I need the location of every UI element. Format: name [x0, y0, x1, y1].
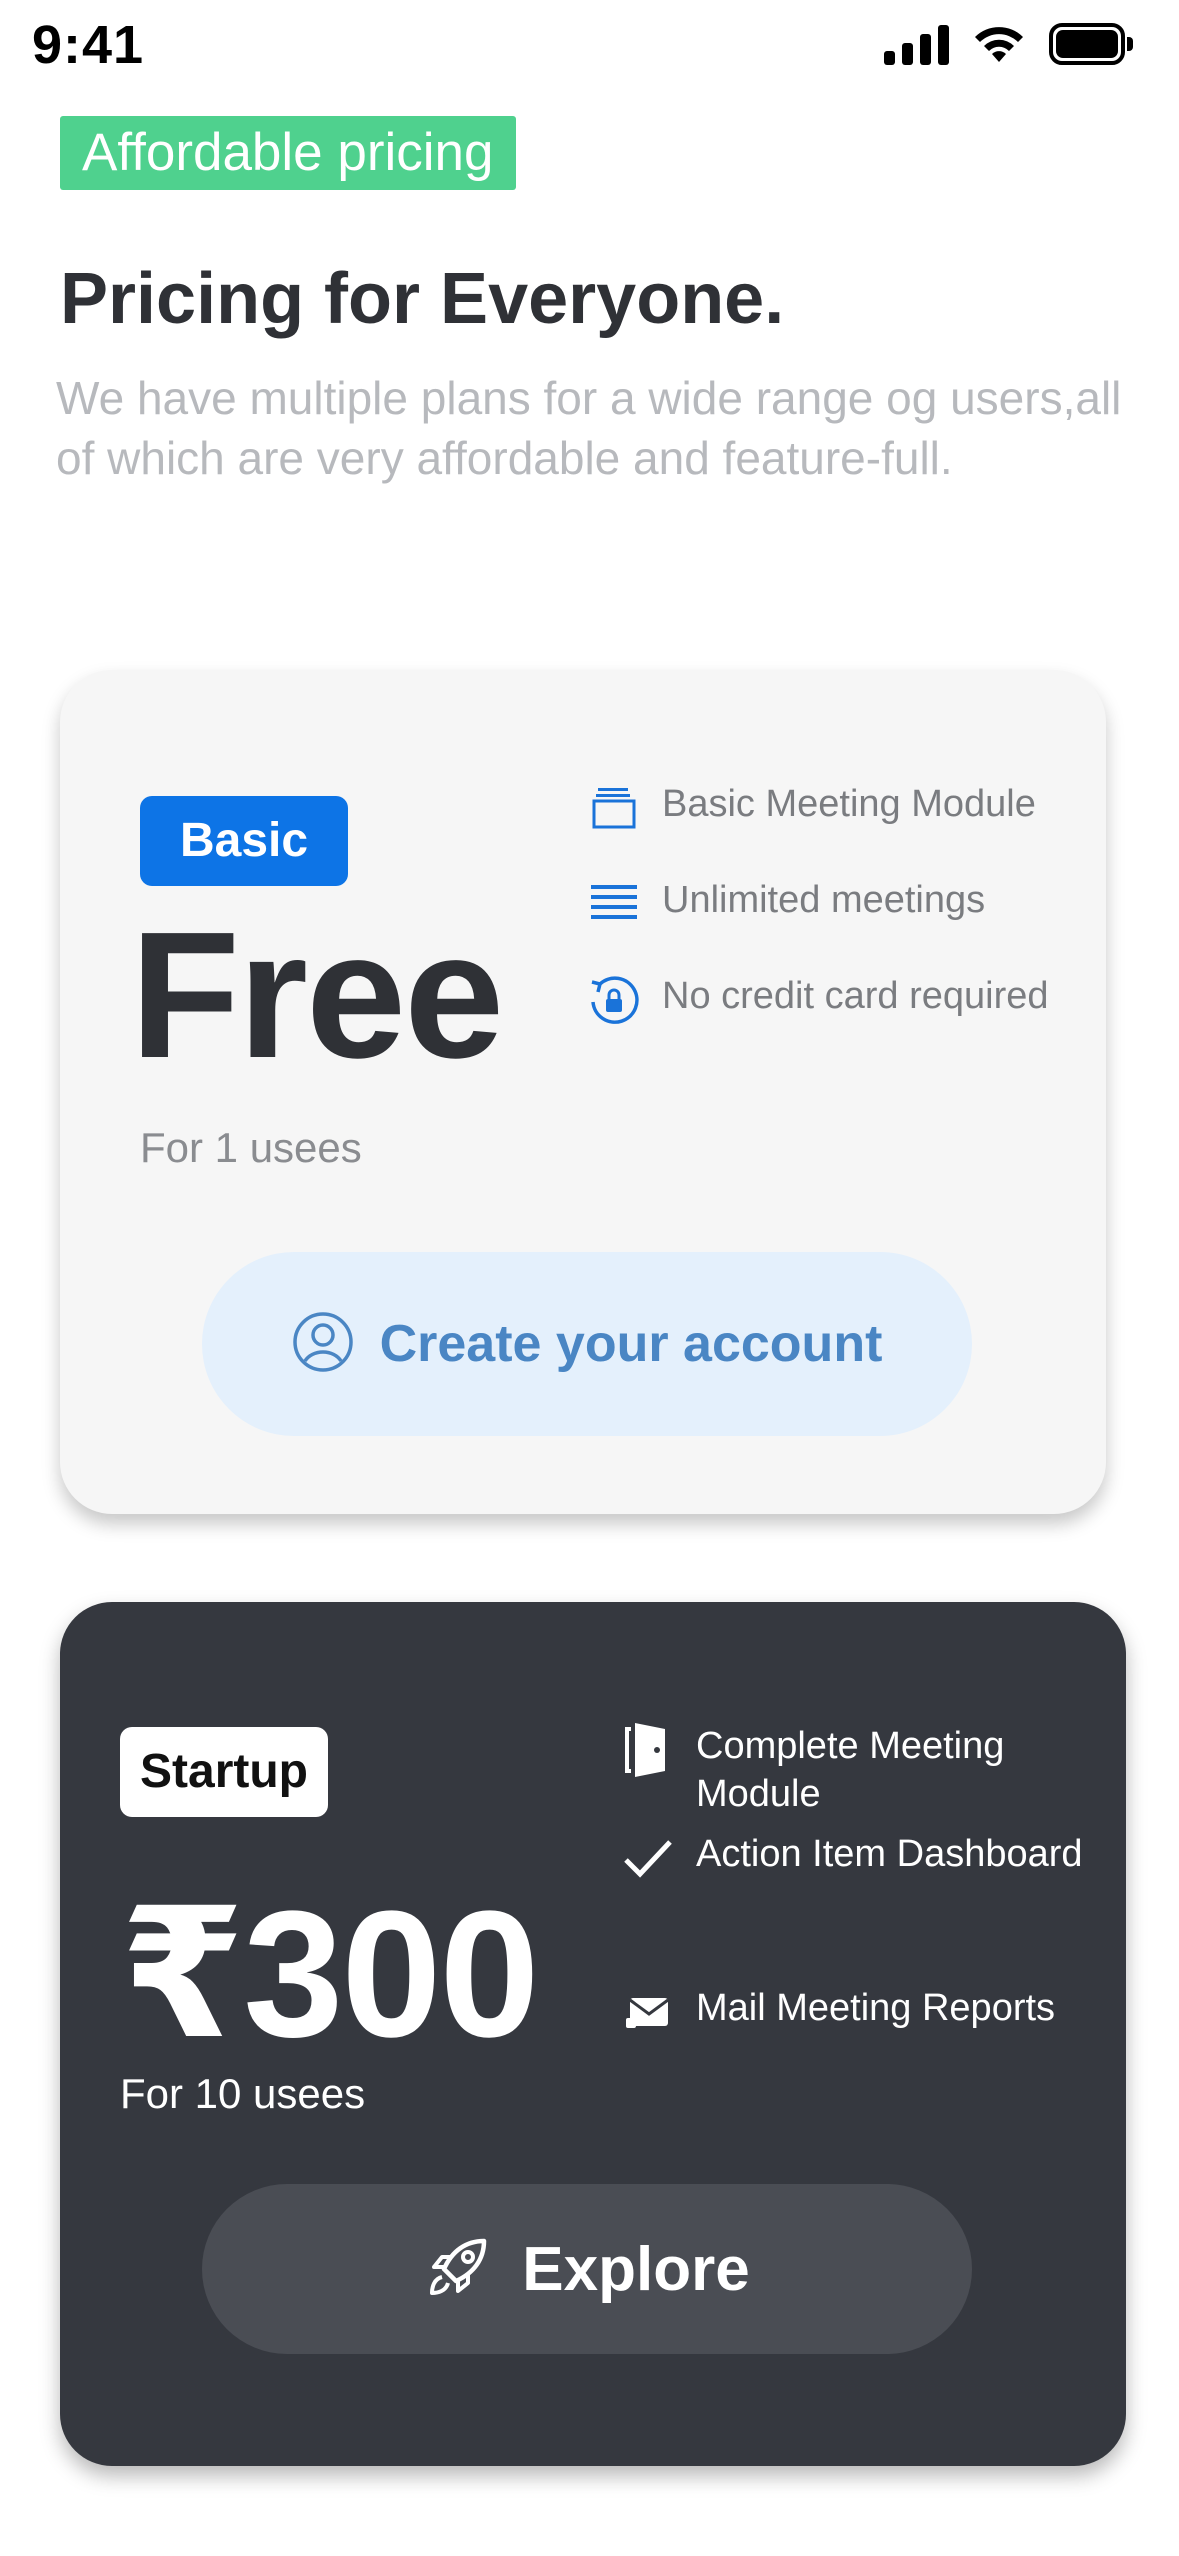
- plan-card-basic: Basic Free For 1 usees Basic Meeting Mod…: [60, 670, 1106, 1514]
- stack-icon: [586, 780, 642, 836]
- lines-icon: [586, 876, 642, 932]
- plan-badge: Startup: [120, 1727, 328, 1817]
- button-label: Explore: [522, 2234, 750, 2304]
- user-circle-icon: [292, 1311, 354, 1378]
- cellular-signal-icon: [884, 23, 949, 65]
- page-title: Pricing for Everyone.: [60, 259, 785, 339]
- plan-card-startup: Startup ₹300 For 10 usees Complete Meeti…: [60, 1602, 1126, 2466]
- feature-item: Action Item Dashboard: [620, 1830, 1116, 1886]
- check-icon: [620, 1830, 676, 1886]
- rocket-icon: [424, 2233, 492, 2306]
- feature-item: Unlimited meetings: [586, 876, 985, 932]
- feature-item: No credit card required: [586, 972, 1049, 1028]
- status-bar: 9:41: [0, 0, 1179, 100]
- affordable-pricing-tag: Affordable pricing: [60, 116, 516, 190]
- page-subtitle: We have multiple plans for a wide range …: [56, 372, 1122, 484]
- feature-item: Basic Meeting Module: [586, 780, 1036, 836]
- feature-label: Complete Meeting Module: [696, 1725, 1005, 1815]
- battery-icon: [1049, 23, 1133, 65]
- button-label: Create your account: [379, 1315, 883, 1373]
- lock-reset-icon: [586, 972, 642, 1028]
- create-account-button[interactable]: Create your account: [202, 1252, 972, 1436]
- pricing-page: 9:41 Affordable pricing Pricing for Ever…: [0, 0, 1179, 2556]
- mail-icon: [620, 1984, 676, 2040]
- feature-label: No credit card required: [662, 975, 1049, 1017]
- plan-badge: Basic: [140, 796, 349, 886]
- status-time: 9:41: [32, 15, 145, 75]
- feature-item: Complete Meeting Module: [620, 1722, 1116, 1818]
- feature-label: Basic Meeting Module: [662, 783, 1036, 825]
- plan-users: For 1 usees: [140, 1124, 362, 1171]
- plan-price: Free: [130, 895, 504, 1096]
- plan-users: For 10 usees: [120, 2070, 366, 2117]
- feature-label: Mail Meeting Reports: [696, 1987, 1056, 2029]
- wifi-icon: [975, 27, 1023, 62]
- door-icon: [620, 1722, 676, 1778]
- status-icons: [884, 22, 1133, 66]
- plan-price: ₹300: [120, 1874, 540, 2075]
- explore-button[interactable]: Explore: [202, 2184, 972, 2354]
- feature-item: Mail Meeting Reports: [620, 1984, 1116, 2040]
- feature-label: Action Item Dashboard: [696, 1833, 1083, 1875]
- feature-label: Unlimited meetings: [662, 879, 986, 921]
